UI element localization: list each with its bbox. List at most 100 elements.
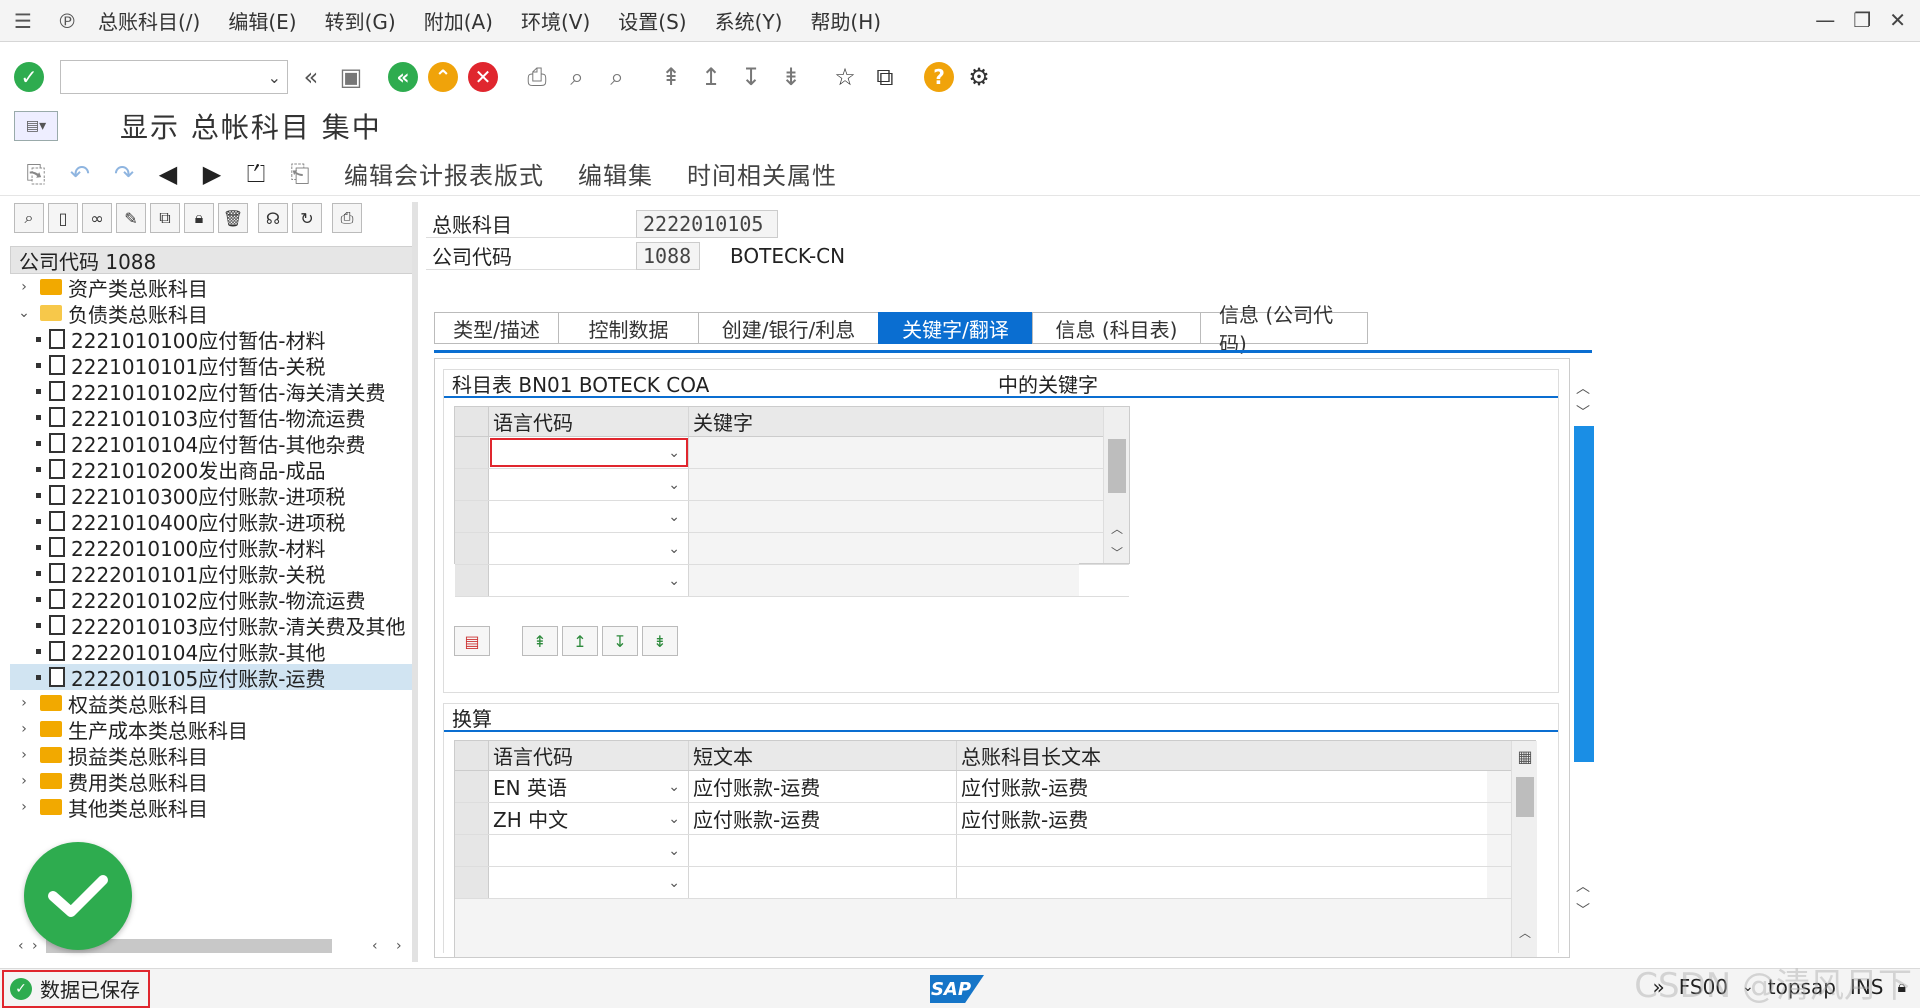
- last-page-icon[interactable]: ⇟: [774, 60, 808, 94]
- save-icon[interactable]: ▣: [334, 60, 368, 94]
- cancel-button[interactable]: ✕: [466, 60, 500, 94]
- expand-icon[interactable]: ›: [16, 799, 32, 815]
- row-selector[interactable]: [455, 437, 489, 468]
- help-button[interactable]: ?: [922, 60, 956, 94]
- previous-icon[interactable]: ◀: [150, 156, 186, 192]
- scroll-up-end-icon[interactable]: ︿: [1570, 874, 1596, 898]
- scroll-up-icon[interactable]: ︿: [1512, 921, 1538, 943]
- time-dependent-attributes-button[interactable]: 时间相关属性: [687, 156, 837, 191]
- menu-environment[interactable]: 环境(V): [521, 6, 590, 35]
- short-text-input[interactable]: 应付账款-运费: [689, 803, 957, 834]
- menu-gl-account[interactable]: 总账科目(/): [98, 6, 200, 35]
- back-button[interactable]: «: [386, 60, 420, 94]
- exit-button[interactable]: ⌃: [426, 60, 460, 94]
- redo-icon[interactable]: ↷: [106, 156, 142, 192]
- first-row-icon[interactable]: ⇞: [522, 626, 558, 656]
- scroll-right-end-icon[interactable]: ›: [396, 938, 402, 954]
- language-code-dropdown[interactable]: ⌄: [489, 565, 689, 596]
- tree-folder-node[interactable]: › 资产类总账科目: [10, 274, 414, 301]
- lock-icon[interactable]: 🔒︎: [184, 203, 214, 233]
- language-code-dropdown[interactable]: ⌄: [489, 437, 689, 468]
- select-all-column[interactable]: [455, 741, 489, 770]
- previous-row-icon[interactable]: ↥: [562, 626, 598, 656]
- row-selector[interactable]: [455, 771, 489, 802]
- favorites-icon[interactable]: ℗: [54, 9, 80, 33]
- tree-account-node[interactable]: 2222010101应付账款-关税: [10, 560, 414, 586]
- language-code-dropdown[interactable]: ⌄: [489, 867, 689, 898]
- tree-account-node[interactable]: 2222010102应付账款-物流运费: [10, 586, 414, 612]
- tree-folder-node[interactable]: ⌄ 负债类总账科目: [10, 300, 414, 327]
- long-text-input[interactable]: 应付账款-运费: [957, 771, 1487, 802]
- language-code-dropdown[interactable]: ⌄: [489, 533, 689, 564]
- keyword-input[interactable]: [689, 533, 1079, 564]
- expand-icon[interactable]: ›: [16, 773, 32, 789]
- language-code-dropdown[interactable]: EN 英语 ⌄: [489, 771, 689, 802]
- command-field[interactable]: ⌄: [60, 60, 288, 94]
- collapse-icon[interactable]: ⌄: [16, 305, 32, 321]
- short-text-input[interactable]: 应付账款-运费: [689, 771, 957, 802]
- row-selector[interactable]: [455, 501, 489, 532]
- keywords-table-scrollbar[interactable]: ︿ ﹀: [1103, 407, 1129, 563]
- gear-icon[interactable]: ⚙: [962, 60, 996, 94]
- tree-account-node[interactable]: 2222010105应付账款-运费: [10, 664, 414, 690]
- row-selector[interactable]: [455, 803, 489, 834]
- tree-folder-node[interactable]: › 费用类总账科目: [10, 768, 414, 795]
- document-icon[interactable]: ⎗: [282, 156, 318, 192]
- restore-icon[interactable]: ❐: [1853, 8, 1871, 32]
- row-selector[interactable]: [455, 533, 489, 564]
- tree-account-node[interactable]: 2222010104应付账款-其他: [10, 638, 414, 664]
- keyword-input[interactable]: [689, 437, 1079, 468]
- tab-type-description[interactable]: 类型/描述: [434, 312, 558, 344]
- language-code-dropdown[interactable]: ZH 中文 ⌄: [489, 803, 689, 834]
- tab-control-data[interactable]: 控制数据: [558, 312, 698, 344]
- long-text-input[interactable]: [957, 867, 1487, 898]
- delete-row-icon[interactable]: ▤: [454, 626, 490, 656]
- status-message[interactable]: ✓ 数据已保存: [2, 969, 150, 1008]
- keyword-input[interactable]: [689, 565, 1079, 596]
- tree-account-node[interactable]: 2222010103应付账款-清关费及其他: [10, 612, 414, 638]
- menu-extras[interactable]: 附加(A): [424, 6, 493, 35]
- find-next-icon[interactable]: ⌕: [600, 60, 634, 94]
- scroll-left-end-icon[interactable]: ‹: [372, 938, 378, 954]
- detail-scroll-thumb[interactable]: [1574, 426, 1594, 762]
- panel-splitter[interactable]: [412, 202, 418, 962]
- system-menu-icon[interactable]: ☰: [10, 9, 36, 33]
- scroll-up-icon[interactable]: ︿: [1104, 517, 1130, 539]
- display-change-icon[interactable]: ⎘: [18, 156, 54, 192]
- last-row-icon[interactable]: ⇟: [642, 626, 678, 656]
- language-code-dropdown[interactable]: ⌄: [489, 469, 689, 500]
- refresh-icon[interactable]: ↻: [292, 203, 322, 233]
- first-page-icon[interactable]: ⇞: [654, 60, 688, 94]
- selection-icon[interactable]: ▤▾: [14, 111, 58, 141]
- expand-icon[interactable]: ›: [16, 695, 32, 711]
- menu-goto[interactable]: 转到(G): [325, 6, 396, 35]
- translation-scroll-thumb[interactable]: [1516, 777, 1534, 817]
- tree-account-node[interactable]: 2221010102应付暂估-海关清关费: [10, 378, 414, 404]
- scroll-up-icon[interactable]: ︿: [1570, 376, 1596, 400]
- scroll-down-icon[interactable]: ﹀: [1104, 541, 1130, 563]
- collapse-toolbar-icon[interactable]: «: [294, 60, 328, 94]
- expand-icon[interactable]: ›: [16, 747, 32, 763]
- translation-table-scrollbar[interactable]: ▦ ︿: [1511, 741, 1538, 957]
- print-icon[interactable]: ⎙: [520, 60, 554, 94]
- scroll-down-end-icon[interactable]: ﹀: [1570, 898, 1596, 922]
- create-shortcut-icon[interactable]: ⧉: [868, 60, 902, 94]
- long-text-input[interactable]: [957, 835, 1487, 866]
- tree-folder-node[interactable]: › 生产成本类总账科目: [10, 716, 414, 743]
- long-text-input[interactable]: 应付账款-运费: [957, 803, 1487, 834]
- scroll-right-icon[interactable]: ›: [32, 938, 38, 954]
- tree-folder-node[interactable]: › 损益类总账科目: [10, 742, 414, 769]
- enter-button[interactable]: ✓: [12, 60, 46, 94]
- tab-info-coa[interactable]: 信息 (科目表): [1032, 312, 1200, 344]
- keyword-input[interactable]: [689, 501, 1079, 532]
- new-document-icon[interactable]: ▯: [48, 203, 78, 233]
- tree-account-node[interactable]: 2221010200发出商品-成品: [10, 456, 414, 482]
- tab-create-bank-interest[interactable]: 创建/银行/利息: [698, 312, 878, 344]
- printer-icon[interactable]: ⎙: [332, 203, 362, 233]
- tree-account-node[interactable]: 2221010100应付暂估-材料: [10, 326, 414, 352]
- previous-page-icon[interactable]: ↥: [694, 60, 728, 94]
- keywords-scroll-thumb[interactable]: [1108, 439, 1126, 493]
- display-icon[interactable]: ∞: [82, 203, 112, 233]
- where-used-icon[interactable]: ⏍: [238, 156, 274, 192]
- expand-icon[interactable]: ›: [16, 721, 32, 737]
